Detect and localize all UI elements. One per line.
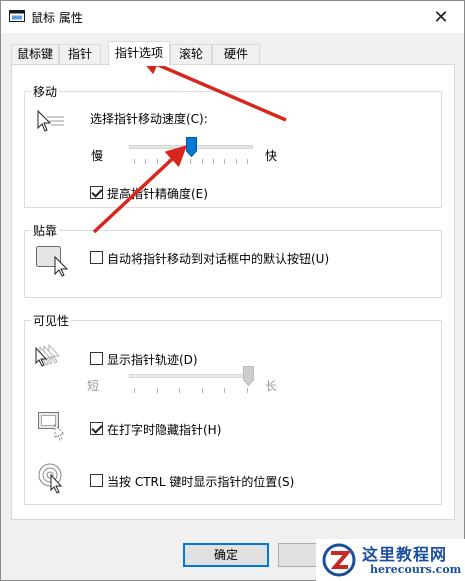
trail-slider-track	[129, 374, 253, 378]
enhance-precision-label: 提高指针精确度(E)	[107, 187, 208, 201]
pointer-trails-label: 显示指针轨迹(D)	[107, 353, 198, 367]
watermark-site-name: 这里教程网	[362, 545, 448, 564]
close-button[interactable]: ✕	[418, 1, 464, 33]
speed-slider-thumb[interactable]	[185, 137, 197, 157]
visibility-group: 可见性 显示指针轨迹(D) 短 长 在打字时隐藏指针(H) 当按 CTRL 键时…	[24, 312, 442, 505]
speed-fast-label: 快	[265, 149, 278, 163]
mouse-properties-icon	[9, 10, 25, 22]
show-location-ctrl-icon	[38, 463, 63, 494]
snap-to-checkbox[interactable]	[90, 251, 103, 264]
tab-pointers[interactable]: 指针	[59, 44, 101, 65]
motion-group-title: 移动	[31, 83, 60, 100]
speed-slider-ticks	[134, 159, 248, 164]
hide-while-typing-icon	[38, 412, 66, 441]
snap-to-default-button-icon	[36, 246, 69, 277]
tab-buttons[interactable]: 鼠标键	[11, 44, 59, 65]
trail-short-label: 短	[87, 379, 100, 393]
close-icon: ✕	[433, 6, 449, 28]
tab-hardware[interactable]: 硬件	[212, 44, 260, 65]
watermark-logo-icon	[322, 543, 356, 577]
hide-while-typing-label: 在打字时隐藏指针(H)	[107, 423, 222, 437]
snap-to-group: 贴靠 自动将指针移动到对话框中的默认按钮(U)	[24, 222, 442, 298]
tab-pointer-options[interactable]: 指针选项	[108, 41, 170, 66]
window-title: 鼠标 属性	[31, 11, 83, 25]
title-bar: 鼠标 属性 ✕	[1, 1, 464, 33]
snap-to-label: 自动将指针移动到对话框中的默认按钮(U)	[107, 252, 330, 266]
trail-long-label: 长	[265, 379, 278, 393]
tab-wheel[interactable]: 滚轮	[170, 44, 212, 65]
pointer-options-panel: 移动 选择指针移动速度(C): 慢 快 提高指针精确度(E) 贴靠 自动将指针移…	[11, 64, 455, 520]
mouse-properties-window: 鼠标 属性 ✕ 鼠标键 指针 指针选项 滚轮 硬件 移动 选择指针移动速度(C)…	[0, 0, 465, 581]
motion-group: 移动 选择指针移动速度(C): 慢 快 提高指针精确度(E)	[24, 83, 442, 208]
trail-slider-ticks	[134, 388, 248, 393]
hide-while-typing-checkbox[interactable]	[90, 422, 103, 435]
trail-slider-thumb[interactable]	[242, 366, 254, 386]
ok-button[interactable]: 确定	[183, 543, 269, 567]
show-location-checkbox[interactable]	[90, 474, 103, 487]
show-location-label: 当按 CTRL 键时显示指针的位置(S)	[107, 475, 295, 489]
watermark: 这里教程网 herecours.com	[316, 539, 465, 581]
pointer-motion-icon	[37, 109, 64, 132]
snap-to-group-title: 贴靠	[31, 222, 60, 239]
visibility-group-title: 可见性	[31, 312, 72, 329]
pointer-trails-icon	[35, 343, 61, 367]
speed-slow-label: 慢	[91, 149, 104, 163]
pointer-trails-checkbox[interactable]	[90, 352, 103, 365]
enhance-precision-checkbox[interactable]	[90, 186, 103, 199]
pointer-speed-label: 选择指针移动速度(C):	[90, 112, 208, 126]
watermark-url: herecours.com	[370, 563, 462, 576]
